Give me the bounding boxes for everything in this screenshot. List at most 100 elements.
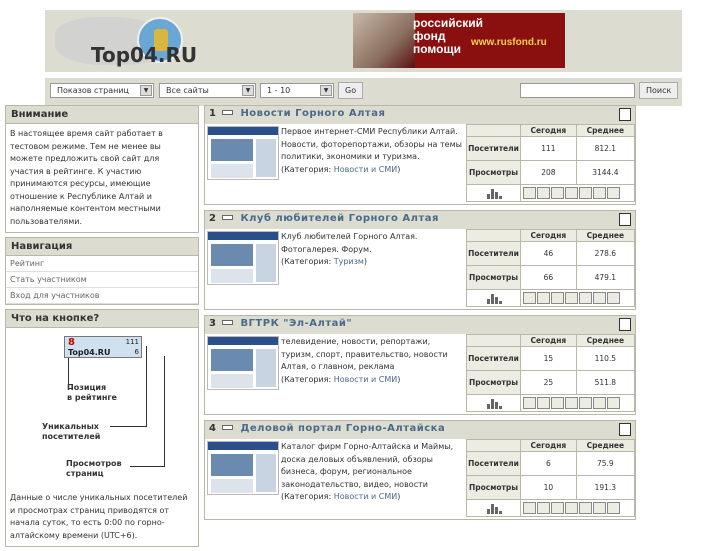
nav-rating-link[interactable]: Рейтинг (6, 256, 198, 272)
history-square[interactable] (523, 502, 536, 514)
site-title-link[interactable]: Клуб любителей Горного Алтая (240, 213, 438, 224)
site-thumbnail[interactable] (207, 336, 279, 390)
legend-line-unique-h (110, 426, 147, 427)
history-square[interactable] (607, 502, 620, 514)
stats-visitors-label: Посетители (466, 241, 521, 266)
history-square[interactable] (551, 187, 564, 199)
category-link[interactable]: Туризм (334, 257, 364, 266)
graph-cell[interactable] (466, 499, 521, 517)
site-title-link[interactable]: ВГТРК "Эл-Алтай" (240, 318, 352, 329)
bar-chart-icon[interactable] (486, 187, 502, 199)
search-input[interactable] (520, 83, 635, 98)
category-link[interactable]: Новости и СМИ (334, 165, 398, 174)
history-square[interactable] (523, 187, 536, 199)
button-legend-diagram: 8 Top04.RU 111 6 Позиция в рейтинге Уник… (6, 328, 198, 488)
history-square[interactable] (579, 397, 592, 409)
views-today: 208 (520, 160, 577, 185)
expand-icon[interactable] (222, 319, 234, 325)
history-square[interactable] (551, 397, 564, 409)
nav-login-link[interactable]: Вход для участников (6, 288, 198, 304)
document-icon[interactable] (619, 213, 631, 226)
site-description: Клуб любителей Горного Алтая. Фотогалере… (281, 231, 465, 269)
rusfond-banner[interactable]: российский фонд помощи www.rusfond.ru (353, 13, 565, 68)
stats-today-header: Сегодня (520, 229, 577, 242)
history-square[interactable] (537, 292, 550, 304)
site-description: Первое интернет-СМИ Республики Алтай. Но… (281, 126, 465, 176)
legend-label-views-2: страниц (66, 469, 104, 478)
history-square[interactable] (565, 397, 578, 409)
graph-cell[interactable] (466, 289, 521, 307)
expand-icon[interactable] (222, 424, 234, 430)
history-square[interactable] (565, 292, 578, 304)
views-average: 479.1 (575, 265, 636, 290)
thumbnail-sidebar (256, 349, 276, 387)
history-square[interactable] (593, 502, 606, 514)
stats-views-label: Просмотры (466, 160, 521, 185)
category-link[interactable]: Новости и СМИ (334, 492, 398, 501)
history-cells (520, 289, 635, 307)
nav-join-link[interactable]: Стать участником (6, 272, 198, 288)
legend-label-unique-2: посетителей (42, 432, 101, 441)
bar-chart-icon[interactable] (486, 502, 502, 514)
category-prefix: (Категория: (281, 374, 334, 384)
sites-select[interactable]: Все сайты ▼ (159, 83, 256, 98)
range-select[interactable]: 1 - 10 ▼ (260, 83, 334, 98)
bar-chart-icon[interactable] (486, 397, 502, 409)
legend-line-unique (146, 346, 147, 426)
site-rank: 2 (209, 213, 217, 224)
graph-cell[interactable] (466, 184, 521, 202)
document-icon[interactable] (619, 423, 631, 436)
banner-url: www.rusfond.ru (471, 37, 547, 48)
history-square[interactable] (607, 187, 620, 199)
site-logo[interactable]: Top04.RU (55, 15, 235, 70)
site-thumbnail[interactable] (207, 231, 279, 285)
graph-cell[interactable] (466, 394, 521, 412)
thumbnail-block (211, 349, 253, 371)
expand-icon[interactable] (222, 214, 234, 220)
history-square[interactable] (523, 397, 536, 409)
filter-toolbar: Показов страниц ▼ Все сайты ▼ 1 - 10 ▼ G… (45, 78, 682, 106)
history-square[interactable] (579, 292, 592, 304)
site-description-text: телевидение, новости, репортажи, туризм,… (281, 337, 448, 372)
document-icon[interactable] (619, 318, 631, 331)
stats-visitors-label: Посетители (466, 136, 521, 161)
category-link[interactable]: Новости и СМИ (334, 375, 398, 384)
thumbnail-footer (211, 479, 253, 493)
history-square[interactable] (607, 397, 620, 409)
show-type-select[interactable]: Показов страниц ▼ (50, 83, 154, 98)
history-square[interactable] (593, 187, 606, 199)
visitors-average: 110.5 (575, 346, 636, 371)
site-thumbnail[interactable] (207, 126, 279, 180)
history-square[interactable] (537, 187, 550, 199)
site-thumbnail[interactable] (207, 441, 279, 495)
history-square[interactable] (579, 502, 592, 514)
document-icon[interactable] (619, 108, 631, 121)
views-average: 191.3 (575, 475, 636, 500)
site-title-link[interactable]: Деловой портал Горно-Алтайска (240, 423, 445, 434)
history-square[interactable] (593, 397, 606, 409)
history-square[interactable] (537, 397, 550, 409)
stats-average-header: Среднее (575, 124, 636, 137)
search-button[interactable]: Поиск (639, 82, 679, 99)
legend-line-views (164, 356, 165, 466)
history-square[interactable] (579, 187, 592, 199)
navigation-title: Навигация (6, 238, 198, 256)
history-square[interactable] (551, 502, 564, 514)
history-square[interactable] (551, 292, 564, 304)
thumbnail-footer (211, 269, 253, 283)
thumbnail-header (208, 127, 278, 135)
history-square[interactable] (593, 292, 606, 304)
thumbnail-sidebar (256, 244, 276, 282)
site-title-link[interactable]: Новости Горного Алтая (240, 108, 385, 119)
go-button[interactable]: Go (338, 82, 364, 99)
history-square[interactable] (607, 292, 620, 304)
stats-empty-header (466, 439, 521, 452)
stats-visitors-label: Посетители (466, 346, 521, 371)
history-square[interactable] (537, 502, 550, 514)
history-square[interactable] (565, 187, 578, 199)
history-square[interactable] (565, 502, 578, 514)
site-stats-table: Сегодня Среднее Посетители 111 812.1 Про… (466, 124, 636, 202)
expand-icon[interactable] (222, 109, 234, 115)
history-square[interactable] (523, 292, 536, 304)
bar-chart-icon[interactable] (486, 292, 502, 304)
